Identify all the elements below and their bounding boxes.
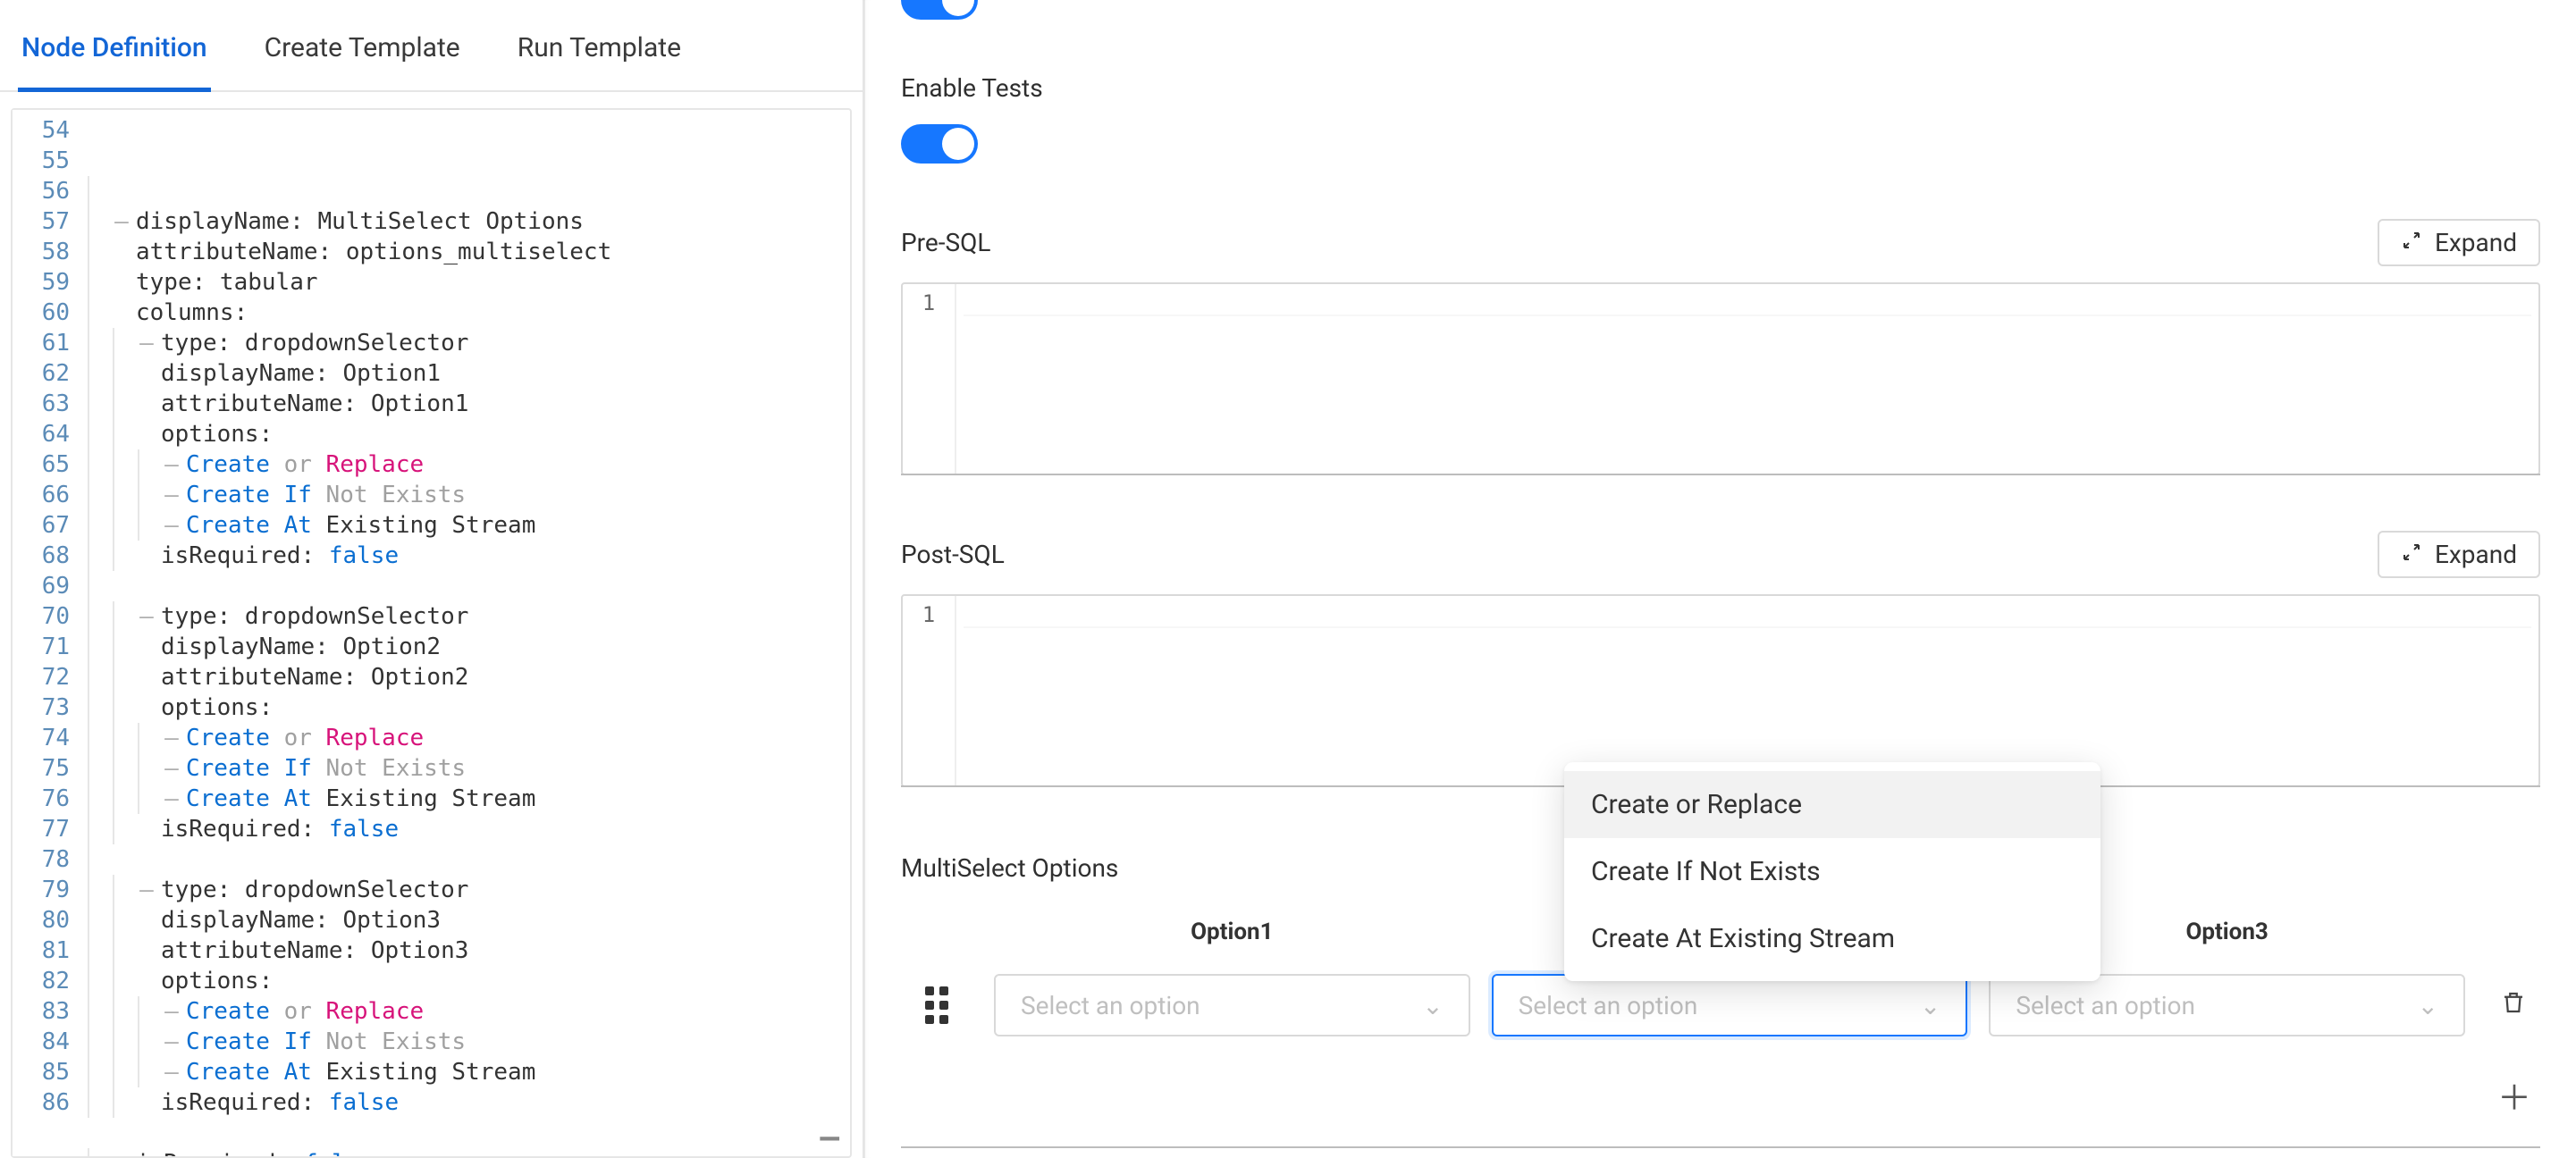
chevron-down-icon: ⌄	[1422, 991, 1443, 1020]
post-sql-section: Post-SQL Expand 1	[901, 531, 2540, 787]
column-header-option1: Option1	[994, 919, 1470, 945]
post-sql-body[interactable]	[956, 596, 2538, 785]
code-line[interactable]: –Create or Replace	[88, 449, 850, 480]
toggle-top-partial[interactable]	[901, 0, 978, 20]
post-sql-gutter: 1	[903, 596, 956, 785]
code-line[interactable]: –Create If Not Exists	[88, 753, 850, 784]
tab-node-definition[interactable]: Node Definition	[18, 32, 211, 90]
dropdown-menu: Create or Replace Create If Not Exists C…	[1564, 762, 2100, 981]
select-placeholder: Select an option	[1021, 991, 1200, 1020]
code-line[interactable]: –Create or Replace	[88, 723, 850, 753]
code-line[interactable]: isRequired: false	[88, 1148, 850, 1156]
code-line[interactable]: displayName: Option2	[88, 632, 850, 662]
add-row-button[interactable]: ＋	[901, 1070, 2540, 1120]
code-line[interactable]: –type: dropdownSelector	[88, 328, 850, 358]
table-row: Select an option ⌄ Select an option ⌄ Se…	[901, 974, 2540, 1036]
pre-sql-body[interactable]	[956, 284, 2538, 474]
code-line[interactable]: columns:	[88, 298, 850, 328]
code-line[interactable]: –type: dropdownSelector	[88, 601, 850, 632]
code-line[interactable]: –Create At Existing Stream	[88, 510, 850, 541]
enable-tests-label: Enable Tests	[901, 73, 2540, 103]
delete-row-button[interactable]	[2487, 989, 2540, 1022]
expand-icon	[2401, 228, 2422, 257]
code-line[interactable]: –type: dropdownSelector	[88, 875, 850, 905]
pre-sql-gutter: 1	[903, 284, 956, 474]
code-line[interactable]: isRequired: false	[88, 814, 850, 844]
tabs: Node Definition Create Template Run Temp…	[0, 0, 863, 92]
expand-button-postsql[interactable]: Expand	[2378, 531, 2540, 578]
expand-label: Expand	[2435, 228, 2517, 257]
left-panel: Node Definition Create Template Run Temp…	[0, 0, 865, 1158]
code-line[interactable]: attributeName: options_multiselect	[88, 237, 850, 267]
code-line[interactable]: attributeName: Option3	[88, 936, 850, 966]
post-sql-editor[interactable]: 1	[901, 594, 2540, 787]
code-line[interactable]: attributeName: Option2	[88, 662, 850, 692]
code-line[interactable]: –Create At Existing Stream	[88, 784, 850, 814]
select-placeholder: Select an option	[2016, 991, 2195, 1020]
minus-icon: —	[820, 1122, 839, 1153]
select-option2[interactable]: Select an option ⌄	[1492, 974, 1968, 1036]
code-line[interactable]: –Create If Not Exists	[88, 480, 850, 510]
chevron-down-icon: ⌄	[1920, 991, 1940, 1020]
select-placeholder: Select an option	[1519, 991, 1698, 1020]
code-line[interactable]	[88, 571, 850, 601]
pre-sql-label: Pre-SQL	[901, 228, 990, 257]
code-line[interactable]	[88, 1118, 850, 1148]
post-sql-label: Post-SQL	[901, 540, 1005, 569]
code-line[interactable]: –Create or Replace	[88, 996, 850, 1027]
code-line[interactable]: –Create If Not Exists	[88, 1027, 850, 1057]
expand-button-presql[interactable]: Expand	[2378, 219, 2540, 266]
toggle-enable-tests[interactable]	[901, 124, 978, 164]
code-line[interactable]: –displayName: MultiSelect Options	[88, 206, 850, 237]
drag-handle-icon[interactable]	[901, 986, 972, 1024]
right-panel: Enable Tests Pre-SQL Expand 1	[865, 0, 2576, 1158]
code-line[interactable]: –Create At Existing Stream	[88, 1057, 850, 1087]
code-line[interactable]: type: tabular	[88, 267, 850, 298]
multiselect-section: MultiSelect Options Create or Replace Cr…	[901, 853, 2540, 1148]
pre-sql-editor[interactable]: 1	[901, 282, 2540, 475]
code-line[interactable]: options:	[88, 692, 850, 723]
code-body[interactable]: –displayName: MultiSelect Optionsattribu…	[80, 110, 850, 1156]
select-option3[interactable]: Select an option ⌄	[1989, 974, 2465, 1036]
chevron-down-icon: ⌄	[2418, 991, 2438, 1020]
code-editor-wrap: 5455565758596061626364656667686970717273…	[0, 92, 863, 1158]
dropdown-item-create-if-not-exists[interactable]: Create If Not Exists	[1564, 838, 2100, 905]
expand-icon	[2401, 540, 2422, 569]
code-line[interactable]: options:	[88, 966, 850, 996]
code-line[interactable]: displayName: Option1	[88, 358, 850, 389]
code-line[interactable]: isRequired: false	[88, 541, 850, 571]
pre-sql-section: Pre-SQL Expand 1	[901, 219, 2540, 475]
tab-create-template[interactable]: Create Template	[261, 32, 464, 90]
code-editor[interactable]: 5455565758596061626364656667686970717273…	[11, 108, 852, 1158]
dropdown-item-create-at-existing-stream[interactable]: Create At Existing Stream	[1564, 905, 2100, 972]
select-option1[interactable]: Select an option ⌄	[994, 974, 1470, 1036]
code-line[interactable]	[88, 176, 850, 206]
code-line[interactable]	[88, 844, 850, 875]
code-line[interactable]: isRequired: false	[88, 1087, 850, 1118]
tab-run-template[interactable]: Run Template	[514, 32, 685, 90]
code-line[interactable]: displayName: Option3	[88, 905, 850, 936]
expand-label: Expand	[2435, 540, 2517, 569]
dropdown-item-create-or-replace[interactable]: Create or Replace	[1564, 771, 2100, 838]
code-gutter: 5455565758596061626364656667686970717273…	[13, 110, 80, 1156]
code-line[interactable]: options:	[88, 419, 850, 449]
code-line[interactable]: attributeName: Option1	[88, 389, 850, 419]
